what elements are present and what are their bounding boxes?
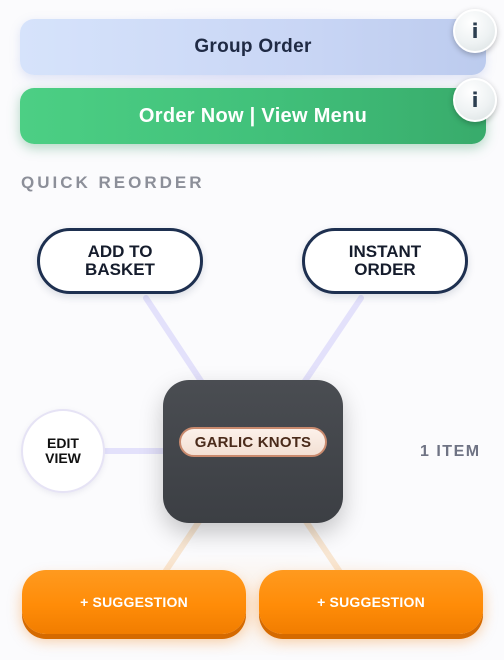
- instant-order-label-line2: ORDER: [354, 260, 416, 279]
- suggestion-label-2: + SUGGESTION: [317, 594, 425, 610]
- suggestion-label-1: + SUGGESTION: [80, 594, 188, 610]
- item-name-label: GARLIC KNOTS: [194, 433, 312, 451]
- edit-view-label: EDIT VIEW: [45, 436, 81, 466]
- suggestion-button-2[interactable]: + SUGGESTION: [259, 570, 483, 634]
- connector-instant-order: [300, 295, 364, 387]
- instant-order-label-line1: INSTANT: [348, 242, 422, 261]
- add-to-basket-label-line1: ADD TO: [87, 242, 153, 261]
- edit-view-label-line1: EDIT: [47, 435, 79, 451]
- add-to-basket-label-line2: BASKET: [85, 260, 155, 279]
- add-to-basket-label: ADD TO BASKET: [85, 243, 155, 279]
- add-to-basket-button[interactable]: ADD TO BASKET: [37, 228, 203, 294]
- instant-order-button[interactable]: INSTANT ORDER: [302, 228, 468, 294]
- edit-view-button[interactable]: EDIT VIEW: [21, 409, 105, 493]
- item-count-label: 1 ITEM: [420, 443, 481, 460]
- item-name-chip: GARLIC KNOTS: [179, 427, 327, 457]
- suggestion-button-1[interactable]: + SUGGESTION: [22, 570, 246, 634]
- edit-view-label-line2: VIEW: [45, 450, 81, 466]
- instant-order-label: INSTANT ORDER: [349, 243, 421, 279]
- connector-add-to-basket: [143, 295, 206, 387]
